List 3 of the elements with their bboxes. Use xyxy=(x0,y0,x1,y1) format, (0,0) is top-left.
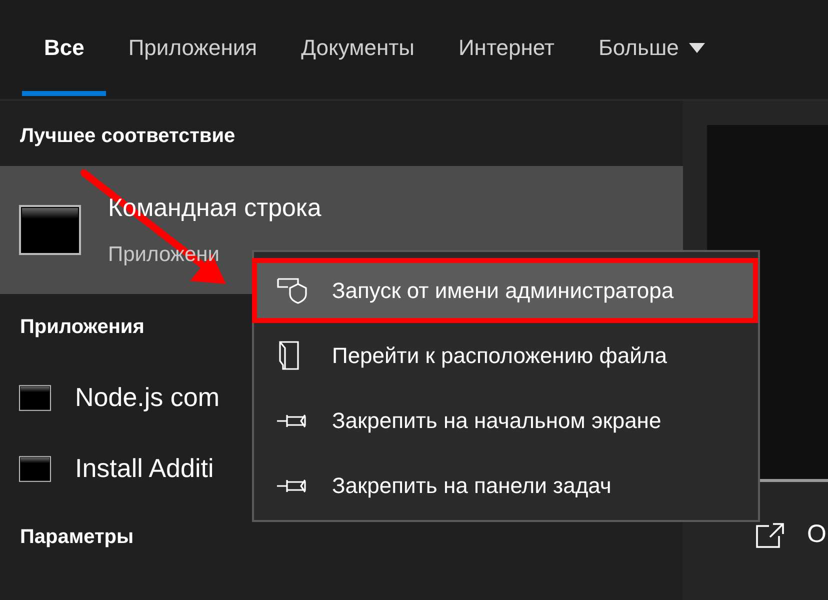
section-heading: Параметры xyxy=(19,525,135,550)
section-heading: Приложения xyxy=(19,315,146,340)
section-heading: Лучшее соответствие xyxy=(19,124,236,149)
